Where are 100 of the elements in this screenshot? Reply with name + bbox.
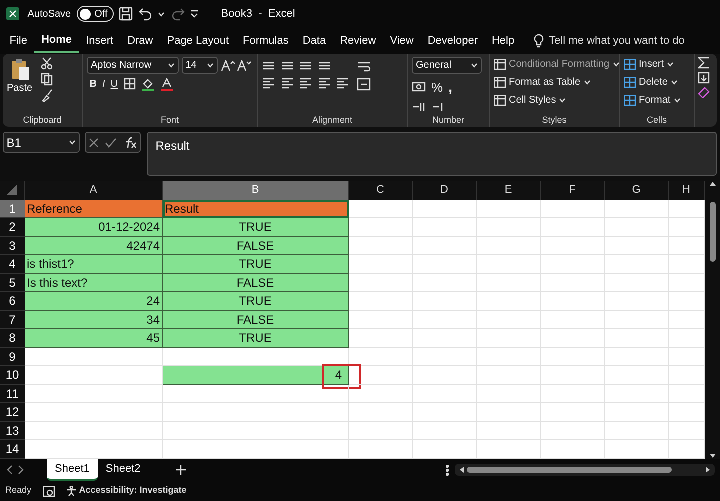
caret-icon[interactable] [168, 63, 175, 68]
scissors-icon[interactable] [40, 57, 53, 70]
align-bottom-icon[interactable] [299, 60, 312, 72]
font-field[interactable]: Aptos Narrow [87, 57, 179, 74]
font-color-icon[interactable] [160, 78, 172, 91]
borders-icon[interactable] [124, 78, 136, 90]
column-header[interactable]: F [541, 181, 605, 200]
column-header[interactable]: B [163, 181, 349, 200]
underline-button[interactable]: U [110, 76, 118, 92]
menu-tab[interactable]: File [2, 30, 34, 52]
previous-icon[interactable] [6, 465, 12, 475]
horizontal-scrollbar[interactable] [454, 464, 714, 476]
menu-tab[interactable]: Formulas [236, 30, 296, 52]
row-header[interactable]: 12 [0, 403, 25, 422]
row-header[interactable]: 14 [0, 440, 25, 458]
macro-icon[interactable] [42, 486, 55, 496]
menu-tab[interactable]: Insert [79, 30, 121, 52]
menu-tab[interactable]: Page Layout [160, 30, 236, 52]
column-header[interactable]: H [669, 181, 705, 200]
insert-button[interactable]: Insert [624, 57, 681, 72]
merge-icon[interactable] [357, 78, 372, 92]
column-header[interactable]: C [349, 181, 413, 200]
grow-font-icon[interactable] [220, 60, 234, 72]
caret-icon[interactable] [670, 80, 678, 85]
font-size-field[interactable]: 14 [182, 57, 218, 74]
name-box[interactable]: B1 [2, 132, 80, 153]
undo-icon[interactable] [138, 7, 153, 21]
save-icon[interactable] [119, 7, 134, 21]
caret-icon[interactable] [559, 98, 566, 102]
formula-field[interactable]: Result [146, 132, 718, 176]
align-right-icon[interactable] [299, 77, 312, 90]
italic-button[interactable]: I [102, 76, 106, 92]
accessibility-icon[interactable] [66, 486, 77, 496]
sheet-tab[interactable]: Sheet2 [98, 459, 149, 481]
increase-indent-icon[interactable] [336, 77, 349, 90]
decrease-indent-icon[interactable] [318, 77, 330, 90]
menu-tab[interactable]: Draw [120, 30, 160, 52]
cancel-icon[interactable] [89, 138, 100, 148]
autosum-icon[interactable] [698, 56, 710, 69]
enter-icon[interactable] [105, 138, 118, 148]
number-format-field[interactable]: General [412, 57, 482, 74]
scroll-right-icon[interactable] [704, 466, 710, 474]
currency-icon[interactable] [412, 81, 426, 94]
row-header[interactable]: 13 [0, 422, 25, 440]
sheet-tab[interactable]: Sheet1 [47, 459, 98, 481]
scrollbar-thumb[interactable] [710, 202, 716, 262]
column-header[interactable]: A [25, 181, 163, 200]
row-header[interactable]: 3 [0, 236, 25, 255]
vertical-scrollbar[interactable] [705, 200, 720, 458]
menu-tab[interactable]: Help [484, 30, 522, 52]
caret-icon[interactable] [584, 80, 591, 85]
accessibility-status[interactable]: Accessibility: Investigate [79, 484, 187, 498]
align-middle-icon[interactable] [280, 60, 294, 72]
fill-color-icon[interactable] [141, 78, 155, 91]
align-left-icon[interactable] [262, 77, 275, 90]
brush-icon[interactable] [40, 88, 53, 102]
search-field[interactable]: Tell me what you want to do [549, 32, 685, 50]
cell-styles-button[interactable]: Cell Styles [494, 92, 620, 108]
autosave-toggle[interactable]: Off [76, 6, 114, 22]
row-header[interactable]: 6 [0, 292, 25, 310]
wrap-text-icon[interactable] [357, 60, 372, 73]
eraser-icon[interactable] [698, 86, 710, 98]
menu-tab[interactable]: Data [296, 30, 334, 52]
fill-icon[interactable] [698, 72, 710, 84]
row-header[interactable]: 9 [0, 348, 25, 366]
lightbulb-icon[interactable] [534, 34, 544, 48]
row-header[interactable]: 4 [0, 255, 25, 274]
percent-button[interactable]: % [432, 78, 444, 97]
format-as-table-button[interactable]: Format as Table [494, 74, 620, 90]
caret-icon[interactable] [471, 63, 478, 68]
next-icon[interactable] [18, 465, 25, 475]
row-header[interactable]: 11 [0, 384, 25, 403]
caret-icon[interactable] [158, 12, 166, 16]
row-header[interactable]: 2 [0, 218, 25, 236]
caret-icon[interactable] [612, 62, 620, 67]
align-top-icon[interactable] [262, 60, 275, 72]
more-icon[interactable] [446, 464, 449, 476]
bold-button[interactable]: B [90, 76, 97, 92]
conditional-formatting-button[interactable]: Conditional Formatting [494, 57, 620, 72]
delete-button[interactable]: Delete [624, 74, 681, 90]
caret-icon[interactable] [667, 62, 674, 67]
column-header[interactable]: D [413, 181, 477, 200]
caret-icon[interactable] [68, 140, 76, 145]
caret-icon[interactable] [206, 63, 214, 68]
row-header[interactable]: 5 [0, 274, 25, 292]
menu-tab[interactable]: Review [333, 30, 384, 52]
column-header[interactable]: G [605, 181, 669, 200]
menu-tab[interactable]: View [383, 30, 421, 52]
format-button[interactable]: Format [624, 92, 681, 108]
redo-icon[interactable] [170, 7, 185, 21]
scroll-left-icon[interactable] [458, 466, 464, 474]
row-header[interactable]: 10 [0, 366, 25, 384]
scroll-up-icon[interactable] [708, 181, 716, 187]
row-header[interactable]: 7 [0, 310, 25, 329]
menu-tab[interactable]: Developer [420, 30, 485, 52]
row-header[interactable]: 1 [0, 200, 25, 218]
decrease-decimal-icon[interactable] [432, 100, 446, 112]
paste-button[interactable]: Paste [7, 57, 33, 102]
customize-icon[interactable] [190, 10, 200, 18]
align-center-icon[interactable] [280, 77, 294, 90]
